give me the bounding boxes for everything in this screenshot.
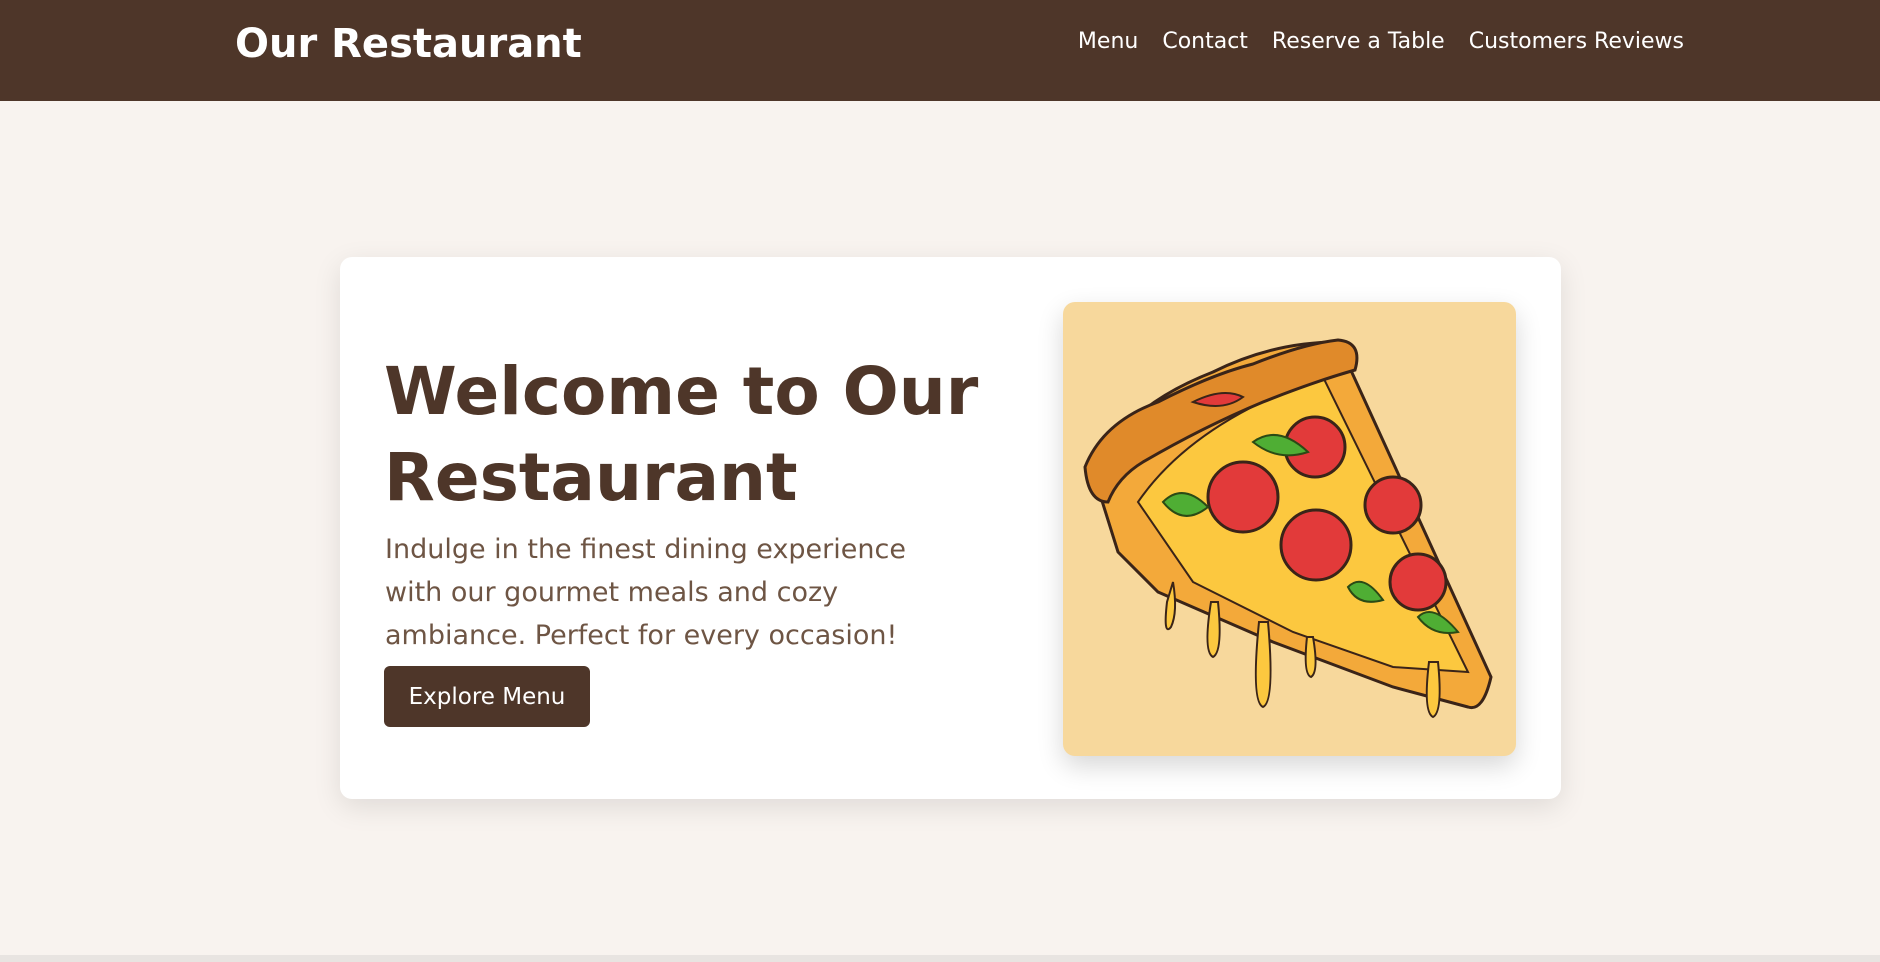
cheese-drip-shape xyxy=(1254,621,1272,709)
cheese-drip-shape xyxy=(1304,636,1317,679)
navbar: Our Restaurant Menu Contact Reserve a Ta… xyxy=(0,0,1880,101)
hero-card: Welcome to Our Restaurant Indulge in the… xyxy=(340,257,1561,799)
page-bottom-divider xyxy=(0,955,1880,962)
site-title[interactable]: Our Restaurant xyxy=(235,18,582,70)
nav-links: Menu Contact Reserve a Table Customers R… xyxy=(1078,27,1684,57)
pizza-slice-image xyxy=(1063,302,1516,756)
hero-title: Welcome to Our Restaurant xyxy=(384,353,979,516)
pepperoni-shape xyxy=(1279,508,1353,582)
explore-menu-button[interactable]: Explore Menu xyxy=(384,666,590,727)
nav-link-menu[interactable]: Menu xyxy=(1078,27,1138,57)
cheese-drip-shape xyxy=(1425,661,1441,719)
nav-link-contact[interactable]: Contact xyxy=(1162,27,1248,57)
pepperoni-shape xyxy=(1206,460,1280,534)
pizza-slice-illustration xyxy=(1083,338,1493,719)
pepperoni-shape xyxy=(1363,475,1423,535)
hero-description: Indulge in the finest dining experience … xyxy=(385,534,906,651)
nav-link-reserve-table[interactable]: Reserve a Table xyxy=(1272,27,1445,57)
cheese-drip-shape xyxy=(1206,601,1221,659)
pepperoni-shape xyxy=(1388,552,1448,612)
nav-link-customer-reviews[interactable]: Customers Reviews xyxy=(1469,27,1684,57)
